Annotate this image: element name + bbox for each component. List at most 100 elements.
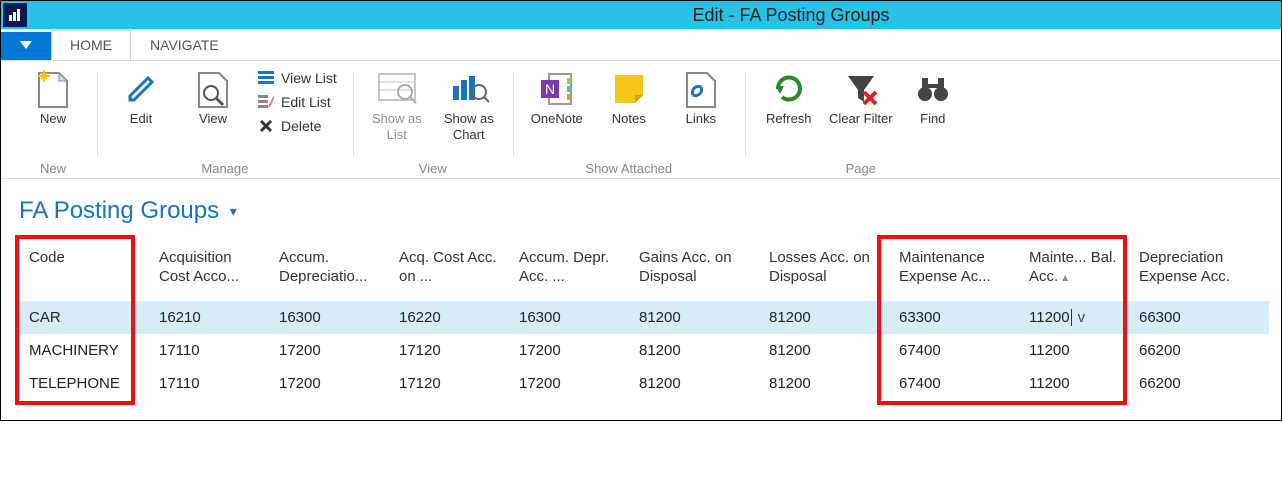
edit-button[interactable]: Edit <box>109 65 173 127</box>
table-row[interactable]: MACHINERY 17110 17200 17120 17200 81200 … <box>19 334 1269 367</box>
cell[interactable]: 16220 <box>389 301 509 334</box>
window-title: Edit - FA Posting Groups <box>692 5 889 26</box>
list-icon <box>257 69 275 87</box>
cell[interactable]: 81200 <box>759 301 889 334</box>
view-document-icon <box>193 69 233 109</box>
edit-list-button[interactable]: Edit List <box>253 91 341 113</box>
group-label-page: Page <box>757 161 965 178</box>
titlebar: Edit - FA Posting Groups <box>1 1 1281 29</box>
tab-home[interactable]: HOME <box>51 30 131 60</box>
new-button[interactable]: New <box>21 65 85 127</box>
pencil-icon <box>121 69 161 109</box>
cell-editing[interactable]: 11200v <box>1019 301 1129 334</box>
new-label: New <box>40 111 66 127</box>
binoculars-icon <box>913 69 953 109</box>
cell[interactable]: 67400 <box>889 334 1019 367</box>
refresh-icon <box>769 69 809 109</box>
cell-code[interactable]: CAR <box>19 301 149 334</box>
cell[interactable]: 66200 <box>1129 367 1269 400</box>
show-as-list-button[interactable]: Show as List <box>365 65 429 142</box>
page-heading-text: FA Posting Groups <box>19 197 219 224</box>
group-label-manage: Manage <box>109 161 341 178</box>
refresh-button[interactable]: Refresh <box>757 65 821 127</box>
cell[interactable]: 81200 <box>629 301 759 334</box>
chart-magnify-icon <box>449 69 489 109</box>
cell[interactable]: 11200 <box>1019 334 1129 367</box>
cell[interactable]: 17200 <box>509 367 629 400</box>
cell[interactable]: 11200 <box>1019 367 1129 400</box>
col-accum-depr-on[interactable]: Accum. Depr. Acc. ... <box>509 241 629 301</box>
cell[interactable]: 66200 <box>1129 334 1269 367</box>
group-label-view: View <box>365 161 501 178</box>
view-list-button[interactable]: View List <box>253 67 341 89</box>
header-row: Code Acquisition Cost Acco... Accum. Dep… <box>19 241 1269 301</box>
links-label: Links <box>686 111 716 127</box>
cell[interactable]: 81200 <box>629 367 759 400</box>
cell-code[interactable]: MACHINERY <box>19 334 149 367</box>
col-acq-cost-on[interactable]: Acq. Cost Acc. on ... <box>389 241 509 301</box>
onenote-button[interactable]: N OneNote <box>525 65 589 127</box>
table-row[interactable]: TELEPHONE 17110 17200 17120 17200 81200 … <box>19 367 1269 400</box>
col-losses[interactable]: Losses Acc. on Disposal <box>759 241 889 301</box>
notes-button[interactable]: Notes <box>597 65 661 127</box>
delete-label: Delete <box>281 118 321 134</box>
edit-label: Edit <box>130 111 152 127</box>
clear-filter-button[interactable]: Clear Filter <box>829 65 893 127</box>
view-list-label: View List <box>281 70 337 86</box>
cell[interactable]: 17200 <box>269 367 389 400</box>
col-acq-cost[interactable]: Acquisition Cost Acco... <box>149 241 269 301</box>
file-menu-button[interactable] <box>1 32 51 60</box>
find-button[interactable]: Find <box>901 65 965 127</box>
col-maint-bal[interactable]: Mainte... Bal. Acc.▲ <box>1019 241 1129 301</box>
view-button[interactable]: View <box>181 65 245 127</box>
cell[interactable]: 16300 <box>509 301 629 334</box>
table-magnify-icon <box>377 69 417 109</box>
cell[interactable]: 81200 <box>629 334 759 367</box>
cell[interactable]: 17120 <box>389 334 509 367</box>
link-icon <box>681 69 721 109</box>
cell[interactable]: 67400 <box>889 367 1019 400</box>
onenote-icon: N <box>537 69 577 109</box>
page-heading[interactable]: FA Posting Groups ▾ <box>1 179 1281 233</box>
group-label-attached: Show Attached <box>525 161 733 178</box>
find-label: Find <box>920 111 945 127</box>
table-row[interactable]: CAR 16210 16300 16220 16300 81200 81200 … <box>19 301 1269 334</box>
cell[interactable]: 63300 <box>889 301 1019 334</box>
col-depr-exp[interactable]: Depreciation Expense Acc. <box>1129 241 1269 301</box>
edit-list-label: Edit List <box>281 94 331 110</box>
tab-strip: HOME NAVIGATE <box>1 29 1281 61</box>
cell[interactable]: 17110 <box>149 334 269 367</box>
view-label: View <box>199 111 227 127</box>
cell-code[interactable]: TELEPHONE <box>19 367 149 400</box>
onenote-label: OneNote <box>531 111 583 127</box>
delete-button[interactable]: Delete <box>253 115 341 137</box>
show-as-chart-button[interactable]: Show as Chart <box>437 65 501 142</box>
links-button[interactable]: Links <box>669 65 733 127</box>
cell[interactable]: 17110 <box>149 367 269 400</box>
cell[interactable]: 81200 <box>759 334 889 367</box>
col-maint-exp[interactable]: Maintenance Expense Ac... <box>889 241 1019 301</box>
new-document-icon <box>33 69 73 109</box>
clear-filter-label: Clear Filter <box>829 111 893 127</box>
cell[interactable]: 66300 <box>1129 301 1269 334</box>
col-code[interactable]: Code <box>19 241 149 301</box>
col-gains[interactable]: Gains Acc. on Disposal <box>629 241 759 301</box>
cell[interactable]: 17200 <box>269 334 389 367</box>
app-icon <box>3 3 27 27</box>
tab-navigate[interactable]: NAVIGATE <box>131 30 238 60</box>
cell[interactable]: 16300 <box>269 301 389 334</box>
cell[interactable]: 16210 <box>149 301 269 334</box>
chevron-down-icon: ▾ <box>230 203 237 219</box>
col-accum-depr[interactable]: Accum. Depreciatio... <box>269 241 389 301</box>
sort-asc-icon: ▲ <box>1060 273 1070 284</box>
cell[interactable]: 81200 <box>759 367 889 400</box>
show-as-list-label: Show as List <box>365 111 429 142</box>
cell[interactable]: 17200 <box>509 334 629 367</box>
edit-list-icon <box>257 93 275 111</box>
cell[interactable]: 17120 <box>389 367 509 400</box>
svg-text:N: N <box>545 81 555 97</box>
dropdown-icon[interactable]: v <box>1078 309 1086 326</box>
data-grid[interactable]: Code Acquisition Cost Acco... Accum. Dep… <box>19 241 1269 400</box>
group-label-new: New <box>21 161 85 178</box>
ribbon-group-page: Refresh Clear Filter Find Page <box>745 65 977 178</box>
